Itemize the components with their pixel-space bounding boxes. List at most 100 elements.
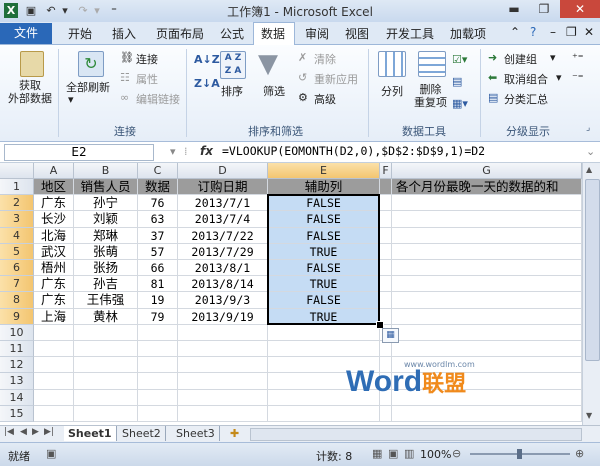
grid-cell[interactable] — [268, 324, 380, 341]
row-header-1[interactable]: 1 — [0, 179, 34, 196]
tab-page-layout[interactable]: 页面布局 — [156, 25, 204, 42]
group-dropdown-icon[interactable]: ▾ — [550, 51, 556, 64]
grid-cell[interactable] — [380, 179, 392, 196]
table-cell[interactable]: 刘颖 — [74, 211, 138, 228]
grid-cell[interactable] — [380, 227, 392, 244]
tab-home[interactable]: 开始 — [68, 25, 92, 42]
column-header-b[interactable]: B — [74, 163, 138, 179]
helper-cell[interactable]: TRUE — [268, 243, 380, 260]
helper-cell[interactable]: FALSE — [268, 260, 380, 277]
page-layout-view-icon[interactable]: ▣ — [388, 447, 398, 460]
table-cell[interactable]: 2013/8/1 — [178, 260, 268, 277]
table-header-cell[interactable]: 订购日期 — [178, 179, 268, 196]
grid-cell[interactable] — [74, 405, 138, 422]
grid-cell[interactable] — [34, 341, 74, 358]
get-external-data-button[interactable]: 获取 外部数据 — [8, 79, 52, 105]
group-button[interactable]: 创建组 — [504, 51, 537, 67]
refresh-dropdown-icon[interactable]: ▾ — [68, 93, 74, 106]
grid-cell[interactable] — [392, 341, 582, 358]
remove-duplicates-button[interactable]: 删除 重复项 — [414, 83, 447, 109]
grid-cell[interactable] — [392, 292, 582, 309]
grid-cell[interactable] — [138, 341, 178, 358]
table-cell[interactable]: 2013/7/1 — [178, 195, 268, 212]
grid-cell[interactable] — [380, 195, 392, 212]
tab-addins[interactable]: 加载项 — [450, 25, 486, 42]
tab-developer[interactable]: 开发工具 — [386, 25, 434, 42]
macro-record-icon[interactable]: ▣ — [46, 447, 56, 460]
helper-cell[interactable]: FALSE — [268, 227, 380, 244]
table-cell[interactable]: 76 — [138, 195, 178, 212]
table-cell[interactable]: 2013/7/22 — [178, 227, 268, 244]
zoom-out-icon[interactable]: ⊖ — [452, 447, 461, 460]
table-cell[interactable]: 梧州 — [34, 260, 74, 277]
edit-links-button[interactable]: 编辑链接 — [136, 91, 180, 107]
ribbon-minimize-icon[interactable]: ⌃ — [510, 25, 520, 39]
row-header-13[interactable]: 13 — [0, 373, 34, 390]
grid-cell[interactable] — [392, 324, 582, 341]
grid-cell[interactable] — [138, 405, 178, 422]
sheet-nav-first-icon[interactable]: |◀ — [4, 427, 14, 437]
row-header-14[interactable]: 14 — [0, 389, 34, 406]
sheet-tab-1[interactable]: Sheet1 — [64, 426, 117, 441]
ungroup-dropdown-icon[interactable]: ▾ — [556, 71, 562, 84]
grid-cell[interactable] — [138, 324, 178, 341]
zoom-slider-thumb[interactable] — [517, 449, 522, 459]
sort-asc-icon[interactable]: A↓Z — [194, 53, 220, 66]
zoom-level[interactable]: 100% — [420, 448, 451, 461]
table-cell[interactable]: 孙吉 — [74, 276, 138, 293]
row-header-4[interactable]: 4 — [0, 227, 34, 244]
table-cell[interactable]: 2013/9/3 — [178, 292, 268, 309]
page-break-view-icon[interactable]: ▥ — [404, 447, 414, 460]
insert-function-icon[interactable]: fx — [200, 144, 213, 158]
worksheet-grid[interactable]: A B C D E F G 1 2 3 4 5 6 7 8 9 10 11 12 13 14 15 地区 销售人员 数据 订购日期… — [0, 163, 582, 425]
grid-cell[interactable] — [34, 405, 74, 422]
helper-cell[interactable]: FALSE — [268, 292, 380, 309]
filter-button[interactable]: 筛选 — [263, 83, 285, 99]
table-header-cell[interactable]: 地区 — [34, 179, 74, 196]
zoom-in-icon[interactable]: ⊕ — [575, 447, 584, 460]
select-all-corner[interactable] — [0, 163, 34, 179]
grid-cell[interactable] — [380, 211, 392, 228]
restore-icon[interactable]: ❐ — [530, 0, 558, 18]
grid-cell[interactable] — [74, 341, 138, 358]
grid-cell[interactable] — [74, 357, 138, 374]
column-header-e[interactable]: E — [268, 163, 380, 179]
grid-cell[interactable] — [268, 341, 380, 358]
reapply-button[interactable]: 重新应用 — [314, 71, 358, 87]
row-header-9[interactable]: 9 — [0, 308, 34, 325]
table-cell[interactable]: 长沙 — [34, 211, 74, 228]
grid-cell[interactable] — [178, 357, 268, 374]
grid-cell[interactable] — [74, 373, 138, 390]
table-cell[interactable]: 66 — [138, 260, 178, 277]
table-cell[interactable]: 广东 — [34, 276, 74, 293]
expand-formula-icon[interactable]: ⌄ — [586, 145, 595, 158]
grid-cell[interactable] — [380, 276, 392, 293]
table-cell[interactable]: 63 — [138, 211, 178, 228]
scroll-up-icon[interactable]: ▲ — [586, 165, 592, 174]
sort-desc-icon[interactable]: Z↓A — [194, 77, 220, 90]
grid-cell[interactable] — [178, 389, 268, 406]
helper-cell[interactable]: TRUE — [268, 308, 380, 325]
grid-cell[interactable] — [392, 260, 582, 277]
table-cell[interactable]: 黄林 — [74, 308, 138, 325]
table-header-cell[interactable]: 销售人员 — [74, 179, 138, 196]
grid-cell[interactable] — [138, 373, 178, 390]
doc-restore-icon[interactable]: ❐ — [566, 25, 577, 39]
horizontal-scrollbar[interactable] — [250, 428, 582, 441]
grid-cell[interactable] — [392, 195, 582, 212]
table-cell[interactable]: 广东 — [34, 292, 74, 309]
grid-cell[interactable] — [34, 389, 74, 406]
text-to-columns-button[interactable]: 分列 — [381, 83, 403, 99]
table-cell[interactable]: 广东 — [34, 195, 74, 212]
table-header-cell[interactable]: 辅助列 — [268, 179, 380, 196]
helper-cell[interactable]: TRUE — [268, 276, 380, 293]
helper-cell[interactable]: FALSE — [268, 211, 380, 228]
scroll-down-icon[interactable]: ▼ — [586, 411, 592, 420]
what-if-icon[interactable]: ▦▾ — [452, 97, 468, 110]
helper-cell[interactable]: FALSE — [268, 195, 380, 212]
properties-button[interactable]: 属性 — [136, 71, 158, 87]
table-cell[interactable]: 武汉 — [34, 243, 74, 260]
row-header-8[interactable]: 8 — [0, 292, 34, 309]
insert-sheet-icon[interactable]: ✚ — [230, 427, 239, 440]
table-cell[interactable]: 孙宁 — [74, 195, 138, 212]
